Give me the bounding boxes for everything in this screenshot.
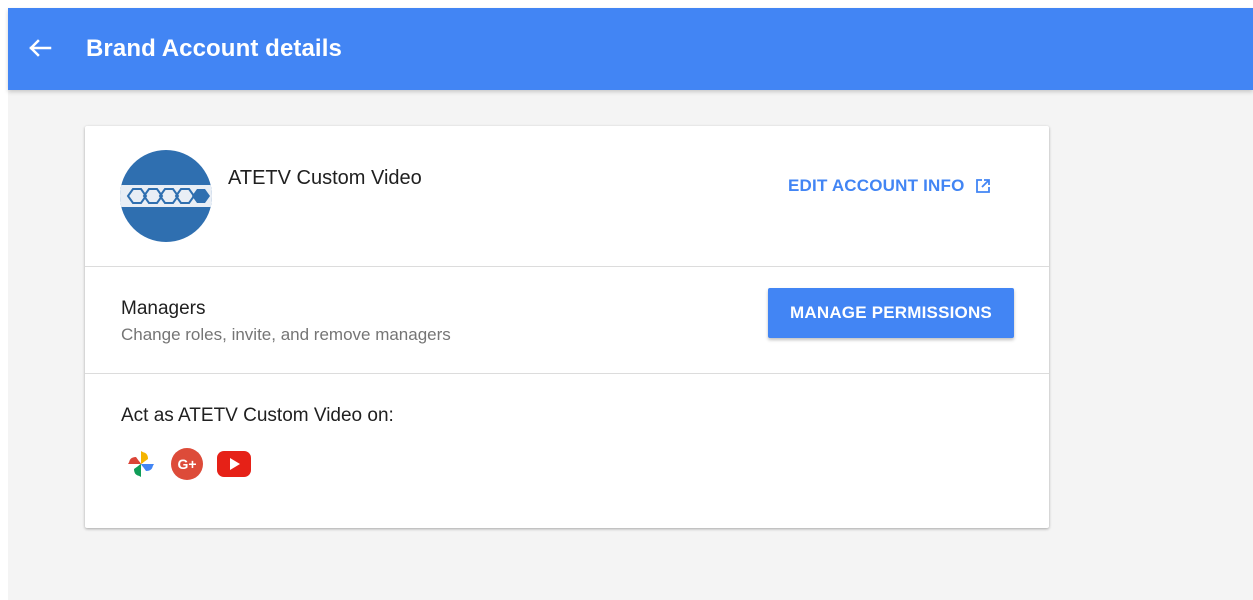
- page-frame: Brand Account details ATETV Custom Video…: [8, 8, 1253, 600]
- managers-section: Managers Change roles, invite, and remov…: [85, 267, 1049, 374]
- youtube-icon[interactable]: [217, 451, 251, 477]
- act-as-section: Act as ATETV Custom Video on: G+: [85, 374, 1049, 528]
- google-photos-icon[interactable]: [125, 448, 157, 480]
- open-in-new-icon: [975, 179, 990, 193]
- edit-account-info-label: EDIT ACCOUNT INFO: [788, 176, 965, 195]
- manage-permissions-button[interactable]: MANAGE PERMISSIONS: [768, 288, 1014, 338]
- account-section: ATETV Custom Video EDIT ACCOUNT INFO: [85, 126, 1049, 267]
- google-plus-icon[interactable]: G+: [171, 448, 203, 480]
- arrow-left-icon: [29, 39, 52, 57]
- avatar: [120, 150, 212, 242]
- edit-account-info-link[interactable]: EDIT ACCOUNT INFO: [788, 174, 991, 198]
- act-as-title: Act as ATETV Custom Video on:: [121, 405, 394, 426]
- back-button[interactable]: [22, 30, 58, 66]
- app-bar: Brand Account details: [8, 8, 1253, 90]
- managers-title: Managers: [121, 298, 206, 319]
- managers-subtitle: Change roles, invite, and remove manager…: [121, 325, 451, 344]
- google-plus-label: G+: [177, 456, 196, 472]
- service-list: G+: [125, 447, 251, 481]
- atetv-logo-icon: [126, 188, 210, 204]
- brand-account-card: ATETV Custom Video EDIT ACCOUNT INFO Man…: [85, 126, 1049, 528]
- account-name: ATETV Custom Video: [228, 167, 422, 189]
- page-title: Brand Account details: [86, 35, 342, 62]
